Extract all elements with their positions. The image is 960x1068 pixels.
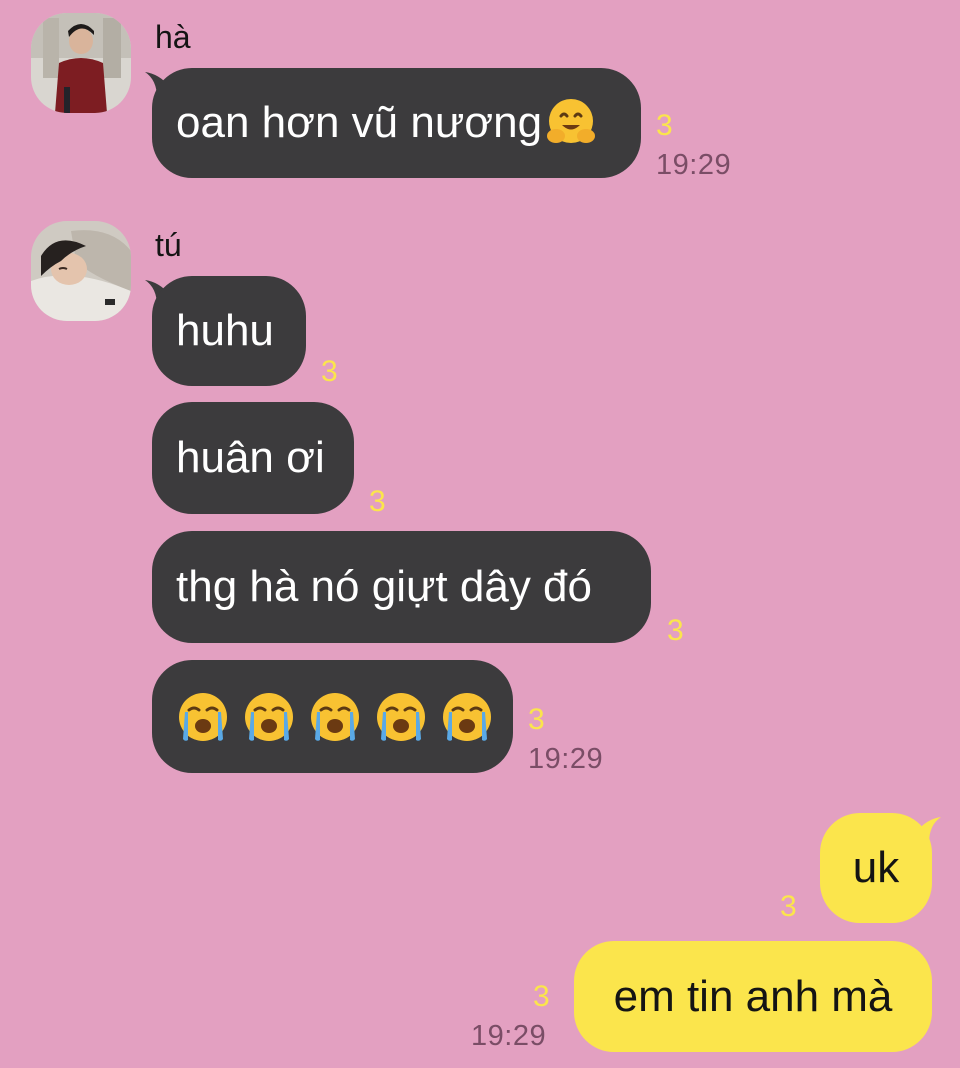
sender-name-ha: hà: [155, 19, 191, 55]
avatar-tu[interactable]: [31, 221, 131, 321]
loudly-crying-face-emoji: [374, 690, 428, 744]
message-bubble[interactable]: huhu: [152, 276, 306, 386]
unread-count: 3: [528, 703, 545, 736]
message-bubble[interactable]: [152, 660, 513, 773]
message-text: em tin anh mà: [613, 971, 893, 1021]
sender-name-tu: tú: [155, 227, 182, 263]
unread-count: 3: [321, 355, 338, 388]
message-time: 19:29: [656, 149, 732, 181]
loudly-crying-face-emoji: [176, 690, 230, 744]
unread-count: 3: [667, 614, 684, 647]
hugging-face-emoji: [542, 94, 600, 152]
message-time: 19:29: [528, 743, 604, 775]
message-bubble[interactable]: thg hà nó giựt dây đó: [152, 531, 651, 643]
avatar-ha[interactable]: [31, 13, 131, 113]
loudly-crying-face-emoji: [440, 690, 494, 744]
message-time: 19:29: [471, 1020, 547, 1052]
unread-count: 3: [369, 485, 386, 518]
message-bubble[interactable]: oan hơn vũ nương: [152, 68, 641, 178]
message-bubble[interactable]: huân ơi: [152, 402, 354, 514]
user-photo-icon: [31, 13, 131, 113]
chat-screen: { "messages": [ { "sender": "hà", "avata…: [0, 0, 960, 1068]
unread-count: 3: [533, 980, 550, 1013]
emoji-row: [176, 690, 494, 744]
message-text: oan hơn vũ nương: [176, 98, 543, 147]
message-bubble[interactable]: uk: [820, 813, 932, 923]
unread-count: 3: [656, 109, 673, 142]
loudly-crying-face-emoji: [308, 690, 362, 744]
message-bubble[interactable]: em tin anh mà: [574, 941, 932, 1052]
message-text: huhu: [176, 306, 274, 355]
message-text: uk: [852, 843, 900, 892]
message-text: thg hà nó giựt dây đó: [176, 562, 592, 611]
loudly-crying-face-emoji: [242, 690, 296, 744]
unread-count: 3: [780, 890, 797, 923]
user-photo-icon: [31, 221, 131, 321]
message-text: huân ơi: [176, 433, 325, 482]
